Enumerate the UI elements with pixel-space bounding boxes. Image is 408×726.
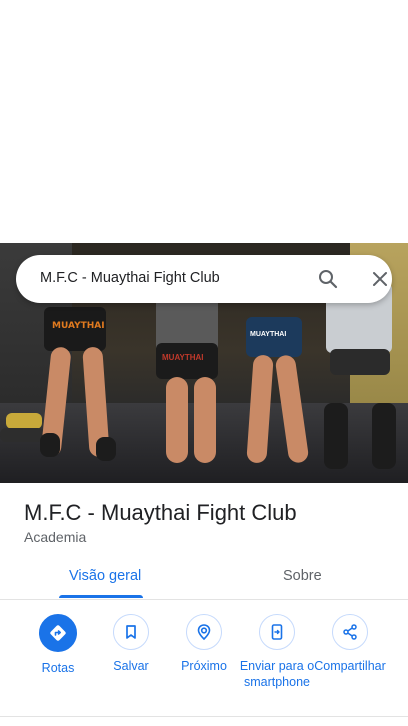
tab-bar: Visão geral Sobre [0,556,408,600]
photo-ankle [40,433,60,457]
share-icon [332,614,368,650]
photo-shin-guard [324,403,348,469]
nearby-button[interactable]: Próximo [166,614,242,674]
active-tab-indicator [59,595,143,598]
nearby-icon [186,614,222,650]
shorts-label: MUAYTHAI [52,321,105,331]
place-title: M.F.C - Muaythai Fight Club [24,500,297,525]
photo-shin-guard [372,403,396,469]
nearby-label: Próximo [181,659,227,673]
search-bar[interactable]: M.F.C - Muaythai Fight Club [16,255,392,303]
map-area-blank [0,0,408,243]
search-icon[interactable] [316,267,340,291]
share-button[interactable]: Compartilhar [312,614,388,674]
photo-pad [6,413,42,429]
save-label: Salvar [113,659,149,673]
share-label: Compartilhar [314,659,386,673]
photo-ankle [96,437,116,461]
place-category: Academia [24,529,87,545]
directions-icon [39,614,77,652]
shorts-label: MUAYTHAI [162,353,204,362]
photo-shorts [330,349,390,375]
save-button[interactable]: Salvar [93,614,169,674]
tab-about[interactable]: Sobre [283,568,322,584]
photo-pad [0,428,44,442]
directions-button[interactable]: Rotas [20,614,96,676]
divider [0,716,408,717]
send-to-phone-label: Enviar para o smartphone [239,659,315,689]
send-to-phone-icon [259,614,295,650]
tab-overview[interactable]: Visão geral [69,568,141,584]
bookmark-icon [113,614,149,650]
shorts-label: MUAYTHAI [250,331,287,338]
search-input[interactable]: M.F.C - Muaythai Fight Club [40,270,220,286]
photo-leg [194,377,216,463]
photo-shorts: MUAYTHAI [44,307,106,351]
directions-label: Rotas [41,661,75,675]
photo-shorts: MUAYTHAI [246,317,302,357]
close-icon[interactable] [368,267,392,291]
action-row: Rotas Salvar Próximo Enviar para o smart… [0,614,408,714]
photo-leg [166,377,188,463]
send-to-phone-button[interactable]: Enviar para o smartphone [239,614,315,690]
photo-shorts: MUAYTHAI [156,343,218,379]
